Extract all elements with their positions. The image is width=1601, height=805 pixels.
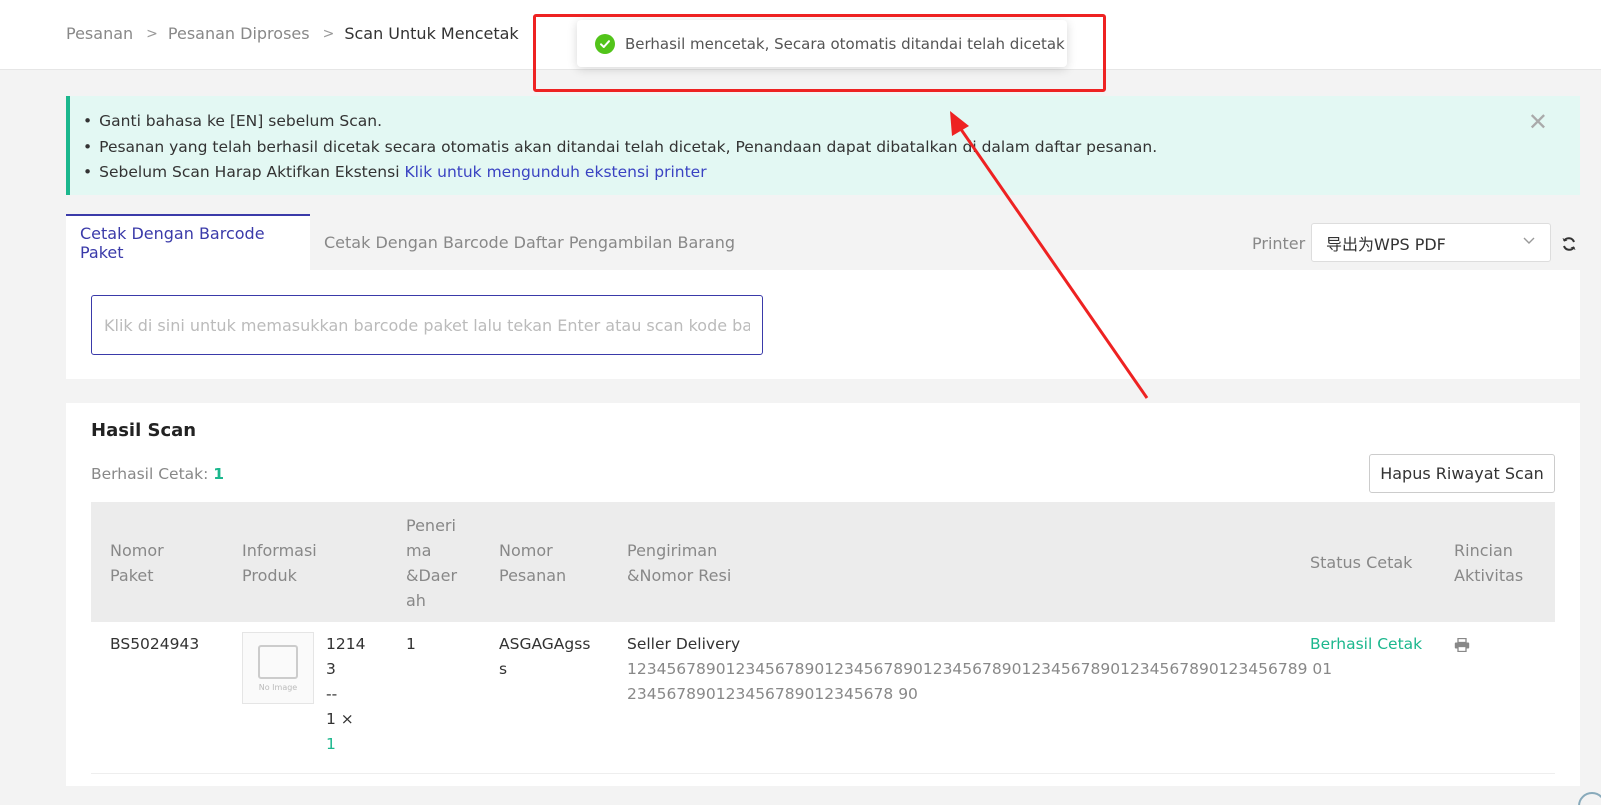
th-order-no: Nomor Pesanan (499, 538, 566, 588)
printer-icon[interactable] (1454, 637, 1470, 653)
no-image-text: No Image (258, 682, 298, 692)
download-extension-link[interactable]: Klik untuk mengunduh ekstensi printer (404, 163, 706, 181)
th-text: Nomor (499, 541, 553, 560)
th-text: Nomor (110, 541, 164, 560)
printer-selected-value: 导出为WPS PDF (1326, 234, 1446, 254)
th-package-no: Nomor Paket (110, 538, 164, 588)
th-text: ma (406, 541, 432, 560)
barcode-scan-input[interactable] (91, 295, 763, 355)
info-notice: Ganti bahasa ke [EN] sebelum Scan. Pesan… (66, 96, 1580, 195)
th-text: Produk (242, 566, 297, 585)
th-text: Informasi (242, 541, 317, 560)
th-text: &Daer (406, 566, 458, 585)
refresh-icon[interactable] (1561, 233, 1577, 257)
corner-widget[interactable] (1578, 792, 1601, 805)
breadcrumb-separator: > (146, 25, 158, 42)
toast-message: Berhasil mencetak, Secara otomatis ditan… (625, 34, 1065, 53)
printer-select[interactable]: 导出为WPS PDF (1311, 223, 1551, 262)
notice-line: Ganti bahasa ke [EN] sebelum Scan. (83, 109, 1580, 135)
th-text: Rincian (1454, 541, 1513, 560)
clear-scan-history-button[interactable]: Hapus Riwayat Scan (1369, 454, 1555, 493)
cell-order-no: ASGAGAgss s (499, 632, 590, 682)
th-text: Pesanan (499, 566, 567, 585)
th-print-status: Status Cetak (1310, 553, 1413, 572)
cell-shipping: Seller Delivery 123456789012345678901234… (627, 632, 1332, 707)
th-text: Pengiriman (627, 541, 718, 560)
cell-product-info: 1214 3 -- 1 × 1 (326, 632, 365, 757)
product-id-text: 3 (326, 660, 336, 678)
product-qty-value: 1 (326, 735, 336, 753)
success-count-value: 1 (213, 465, 225, 483)
product-qty-label: 1 × (326, 710, 354, 728)
th-shipping: Pengiriman &Nomor Resi (627, 538, 731, 588)
cell-recipient: 1 (406, 635, 416, 653)
tab-package-barcode[interactable]: Cetak Dengan Barcode Paket (66, 214, 310, 270)
th-text: ah (406, 591, 426, 610)
row-divider (91, 773, 1555, 774)
cell-package-no: BS5024943 (110, 635, 200, 653)
product-id-text: 1214 (326, 635, 366, 653)
th-activity: Rincian Aktivitas (1454, 538, 1523, 588)
breadcrumb: Pesanan > Pesanan Diproses > Scan Untuk … (66, 24, 519, 43)
success-toast: Berhasil mencetak, Secara otomatis ditan… (577, 20, 1067, 67)
shipping-method: Seller Delivery (627, 635, 741, 653)
no-image-icon (258, 644, 298, 679)
success-count-label: Berhasil Cetak: (91, 465, 214, 483)
breadcrumb-item-pesanan-diproses[interactable]: Pesanan Diproses (168, 24, 310, 43)
notice-line: Sebelum Scan Harap Aktifkan Ekstensi Kli… (83, 160, 1580, 186)
tracking-number: 1234567890123456789012345678901234567890… (627, 660, 1333, 678)
product-separator: -- (326, 685, 338, 703)
success-count: Berhasil Cetak: 1 (91, 465, 224, 483)
tab-picking-list-barcode[interactable]: Cetak Dengan Barcode Daftar Pengambilan … (324, 214, 735, 270)
printer-label: Printer (1252, 234, 1306, 253)
th-text: Aktivitas (1454, 566, 1524, 585)
notice-line: Pesanan yang telah berhasil dicetak seca… (83, 135, 1580, 161)
th-recipient: Peneri ma &Daer ah (406, 513, 457, 613)
th-text: Paket (110, 566, 154, 585)
notice-line-text: Sebelum Scan Harap Aktifkan Ekstensi (99, 163, 405, 181)
chevron-down-icon (1522, 233, 1536, 251)
check-circle-icon (595, 33, 615, 54)
th-text: Peneri (406, 516, 456, 535)
breadcrumb-separator: > (322, 25, 335, 42)
tracking-number: 234567890123456789012345678 90 (627, 685, 918, 703)
breadcrumb-current: Scan Untuk Mencetak (344, 24, 519, 43)
order-no-text: s (499, 660, 508, 678)
order-no-text: ASGAGAgss (499, 635, 591, 653)
th-product-info: Informasi Produk (242, 538, 317, 588)
product-image: No Image (242, 632, 314, 704)
th-text: &Nomor Resi (627, 566, 732, 585)
results-title: Hasil Scan (91, 420, 197, 441)
breadcrumb-item-pesanan[interactable]: Pesanan (66, 24, 133, 43)
close-icon[interactable]: ✕ (1528, 110, 1548, 134)
cell-print-status: Berhasil Cetak (1310, 635, 1423, 653)
